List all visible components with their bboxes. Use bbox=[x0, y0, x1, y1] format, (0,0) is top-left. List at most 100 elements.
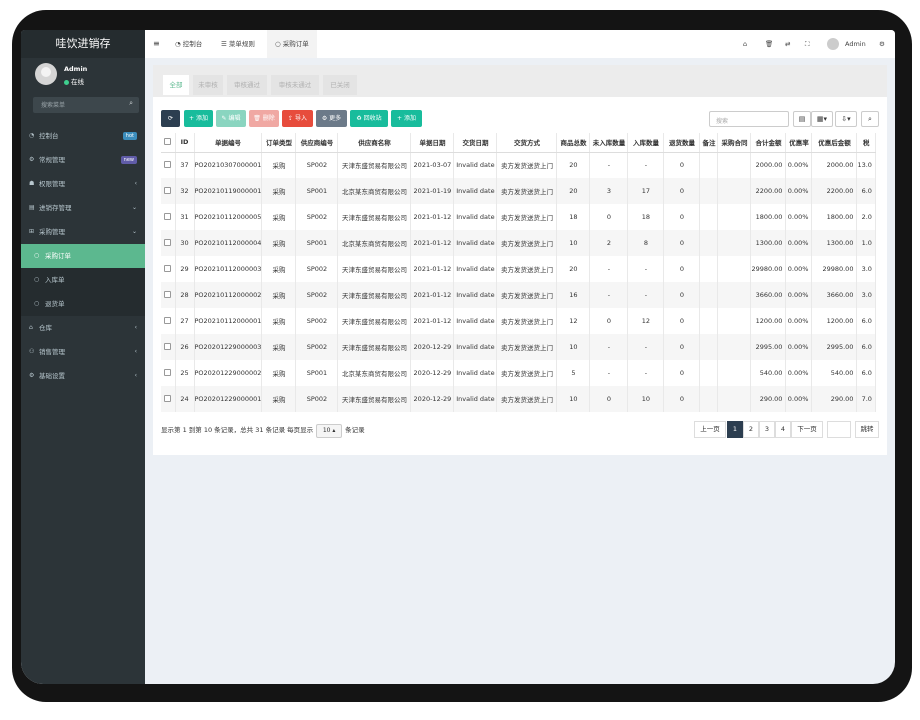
jump-page-input[interactable] bbox=[827, 421, 851, 438]
table-row[interactable]: 32 PO20210119000001 采购 SP001 北京某东商贸有限公司 2021-… bbox=[161, 178, 876, 204]
toolbar-button-6[interactable]: ♻ 回收站 bbox=[350, 110, 388, 127]
row-checkbox[interactable] bbox=[161, 178, 176, 204]
toolbar-button-1[interactable]: + 添加 bbox=[184, 110, 213, 127]
sidebar-item-7[interactable]: ⚙ 基础设置 ‹ bbox=[21, 364, 145, 388]
home-icon[interactable]: ⌂ bbox=[743, 30, 747, 58]
page-size-select[interactable]: 10 ▴ bbox=[316, 424, 343, 438]
table-search-input[interactable]: 搜索 bbox=[709, 111, 789, 127]
column-header[interactable]: 供应商编号 bbox=[295, 133, 339, 153]
table-row[interactable]: 26 PO20201229000003 采购 SP002 天津东盛贸易有限公司 2020-… bbox=[161, 334, 876, 360]
table-row[interactable]: 27 PO20210112000001 采购 SP002 天津东盛贸易有限公司 2021-… bbox=[161, 308, 876, 334]
table-row[interactable]: 25 PO20201229000002 采购 SP001 北京某东商贸有限公司 2020-… bbox=[161, 360, 876, 386]
column-header[interactable]: 税 bbox=[856, 133, 876, 153]
sidebar-item-5[interactable]: ⌂ 仓库 ‹ bbox=[21, 316, 145, 340]
column-header[interactable]: 优惠率 bbox=[785, 133, 813, 153]
row-checkbox[interactable] bbox=[161, 230, 176, 256]
table-cell: 采购 bbox=[261, 334, 297, 360]
table-row[interactable]: 28 PO20210112000002 采购 SP002 天津东盛贸易有限公司 2021-… bbox=[161, 282, 876, 308]
table-cell: 采购 bbox=[261, 282, 297, 308]
table-cell: - bbox=[627, 282, 665, 308]
toolbar-button-3[interactable]: 🗑 删除 bbox=[249, 110, 279, 127]
column-header[interactable]: 合计金额 bbox=[750, 133, 787, 153]
table-cell bbox=[717, 308, 752, 334]
table-cell: 0 bbox=[589, 386, 629, 412]
column-header[interactable]: 交货日期 bbox=[453, 133, 498, 153]
sidebar-subitem-1[interactable]: ○ 入库单 bbox=[21, 268, 145, 292]
trash-icon[interactable]: 🗑 bbox=[765, 30, 773, 58]
row-checkbox[interactable] bbox=[161, 256, 176, 282]
toolbar-button-7[interactable]: + 添加 bbox=[391, 110, 422, 127]
row-checkbox[interactable] bbox=[161, 308, 176, 334]
column-header[interactable]: 备注 bbox=[699, 133, 719, 153]
filter-tab-all[interactable]: 全部 bbox=[163, 75, 189, 95]
sidebar-item-3[interactable]: ▤ 进销存管理 ⌄ bbox=[21, 196, 145, 220]
sidebar-item-0[interactable]: ◔ 控制台 hot bbox=[21, 124, 145, 148]
column-header[interactable]: ID bbox=[175, 133, 195, 153]
toolbar-button-5[interactable]: ⚙ 更多 bbox=[316, 110, 347, 127]
filter-tab-rejected[interactable]: 审核未通过 bbox=[271, 75, 319, 95]
page-2-button[interactable]: 2 bbox=[743, 421, 759, 438]
column-header[interactable]: 入库数量 bbox=[627, 133, 665, 153]
row-checkbox[interactable] bbox=[161, 334, 176, 360]
page-1-button[interactable]: 1 bbox=[727, 421, 743, 438]
table-cell: - bbox=[627, 334, 665, 360]
tab-dashboard[interactable]: ◔ 控制台 bbox=[171, 30, 206, 58]
translate-icon[interactable]: ⇄ bbox=[785, 30, 790, 58]
row-checkbox[interactable] bbox=[161, 204, 176, 230]
filter-tab-approved[interactable]: 审核通过 bbox=[227, 75, 267, 95]
avatar[interactable] bbox=[35, 63, 57, 85]
toolbar-button-2[interactable]: ✎ 编辑 bbox=[216, 110, 246, 127]
table-cell: 天津东盛贸易有限公司 bbox=[337, 256, 412, 282]
row-checkbox[interactable] bbox=[161, 360, 176, 386]
column-header[interactable]: 单据编号 bbox=[194, 133, 263, 153]
sidebar-subitem-0[interactable]: ○ 采购订单 bbox=[21, 244, 145, 268]
toggle-view-icon[interactable]: ▤ bbox=[793, 111, 811, 127]
tab-purchase-orders[interactable]: ○ 采购订单 bbox=[267, 30, 317, 58]
row-checkbox[interactable] bbox=[161, 152, 176, 178]
column-header[interactable]: 单据日期 bbox=[410, 133, 455, 153]
row-checkbox[interactable] bbox=[161, 282, 176, 308]
prev-page-button[interactable]: 上一页 bbox=[694, 421, 726, 438]
row-checkbox[interactable] bbox=[161, 386, 176, 412]
column-header[interactable]: 供应商名称 bbox=[337, 133, 412, 153]
export-icon[interactable]: ⇩▾ bbox=[835, 111, 857, 127]
tab-menu-rules[interactable]: ☰ 菜单规则 bbox=[217, 30, 259, 58]
menu-label: 控制台 bbox=[39, 132, 59, 140]
column-header[interactable]: 商品总数 bbox=[556, 133, 591, 153]
table-row[interactable]: 29 PO20210112000003 采购 SP002 天津东盛贸易有限公司 2021-… bbox=[161, 256, 876, 282]
columns-icon[interactable]: ▦▾ bbox=[811, 111, 833, 127]
column-header[interactable]: 未入库数量 bbox=[589, 133, 629, 153]
column-header[interactable]: 退货数量 bbox=[663, 133, 701, 153]
column-header[interactable]: 订单类型 bbox=[261, 133, 297, 153]
toolbar-button-0[interactable]: ⟳ bbox=[161, 110, 180, 127]
column-header[interactable]: 采购合同 bbox=[717, 133, 752, 153]
table-row[interactable]: 24 PO20201229000001 采购 SP002 天津东盛贸易有限公司 2020-… bbox=[161, 386, 876, 412]
table-cell: 采购 bbox=[261, 230, 297, 256]
jump-button[interactable]: 跳转 bbox=[855, 421, 879, 438]
filter-tab-closed[interactable]: 已关闭 bbox=[323, 75, 357, 95]
sidebar-item-4[interactable]: ⊞ 采购管理 ⌄ bbox=[21, 220, 145, 244]
sidebar-item-1[interactable]: ⚙ 常规管理 new bbox=[21, 148, 145, 172]
sidebar-item-6[interactable]: ⚇ 销售管理 ‹ bbox=[21, 340, 145, 364]
page-4-button[interactable]: 4 bbox=[775, 421, 791, 438]
toolbar-button-4[interactable]: ⇪ 导入 bbox=[282, 110, 313, 127]
next-page-button[interactable]: 下一页 bbox=[791, 421, 823, 438]
column-header[interactable]: 优惠后金额 bbox=[811, 133, 858, 153]
column-header[interactable]: 交货方式 bbox=[496, 133, 558, 153]
search-icon[interactable]: ⌕ bbox=[861, 111, 879, 127]
table-cell: Invalid date bbox=[453, 204, 498, 230]
menu-toggle-icon[interactable]: ≡ bbox=[153, 30, 160, 58]
page-3-button[interactable]: 3 bbox=[759, 421, 775, 438]
fullscreen-icon[interactable]: ⛶ bbox=[805, 30, 810, 58]
filter-tab-unreviewed[interactable]: 未审核 bbox=[193, 75, 223, 95]
table-row[interactable]: 30 PO20210112000004 采购 SP001 北京某东商贸有限公司 2021-… bbox=[161, 230, 876, 256]
menu-search-input[interactable]: 搜索菜单 ⌕ bbox=[33, 97, 139, 113]
sidebar-subitem-2[interactable]: ○ 退货单 bbox=[21, 292, 145, 316]
top-avatar[interactable] bbox=[827, 30, 841, 58]
top-user-name[interactable]: Admin bbox=[845, 30, 866, 58]
sidebar-item-2[interactable]: ☗ 权限管理 ‹ bbox=[21, 172, 145, 196]
table-row[interactable]: 31 PO20210112000005 采购 SP002 天津东盛贸易有限公司 2021-… bbox=[161, 204, 876, 230]
settings-icon[interactable]: ⚙ bbox=[879, 30, 885, 58]
select-all-checkbox[interactable] bbox=[161, 133, 176, 153]
table-row[interactable]: 37 PO20210307000001 采购 SP002 天津东盛贸易有限公司 2021-… bbox=[161, 152, 876, 178]
